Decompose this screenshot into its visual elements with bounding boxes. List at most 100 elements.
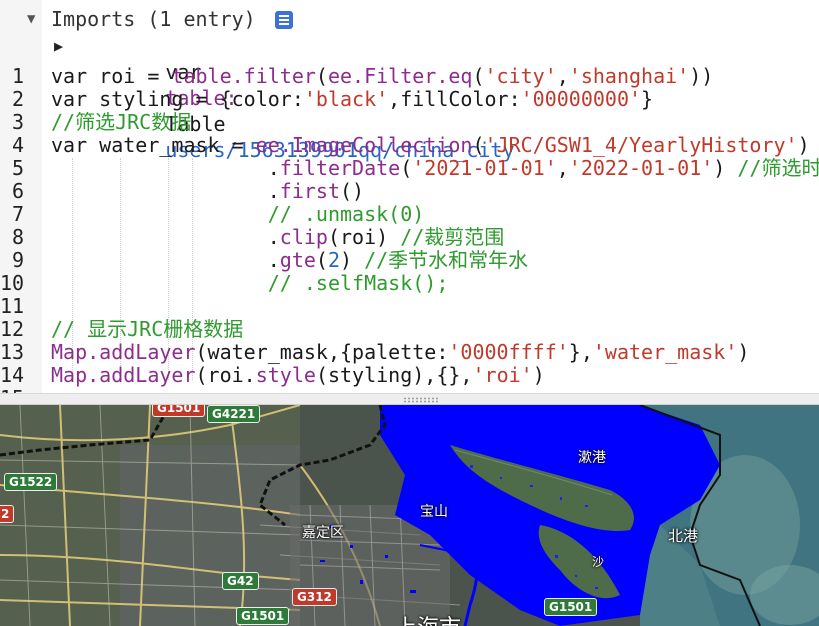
code-line[interactable]: 4 var water_mask = ee.ImageCollection('JR… [0, 134, 819, 157]
code-token: ee.ImageCollection [255, 133, 473, 157]
line-number: 13 [0, 340, 25, 364]
code-token: //筛选JRC数据 [51, 110, 192, 134]
code-token: 'water_mask' [592, 340, 738, 364]
map-label-beigang: 北港 [668, 527, 699, 545]
code-line[interactable]: 3 //筛选JRC数据 [0, 111, 819, 134]
code-line[interactable]: 5 .filterDate('2021-01-01','2022-01-01')… [0, 157, 819, 180]
code-token: var roi = [51, 64, 172, 88]
code-token: () [340, 179, 365, 203]
code-token: . [51, 248, 280, 272]
code-token: , [556, 156, 569, 180]
line-number: 14 [0, 363, 25, 387]
code-token: '00000000' [520, 87, 642, 111]
code-token: 2 [327, 248, 340, 272]
code-token: var water_mask = [51, 133, 256, 157]
code-token: ) [737, 340, 750, 364]
code-token: ) [713, 156, 738, 180]
code-line[interactable]: 10 // .selfMask(); [0, 272, 819, 295]
code-text: .clip(roi) //裁剪范围 [51, 225, 505, 249]
code-text: Map.addLayer(roi.style(styling),{},'roi'… [51, 364, 545, 387]
line-number: 3 [11, 110, 24, 134]
highway-shield-red: G1501 [152, 405, 206, 417]
map-label-haigang: 漱港 [578, 450, 606, 466]
code-text: .first() [51, 180, 364, 203]
map-label-jiading: 嘉定区 [302, 525, 344, 541]
code-text: // .selfMask(); [51, 271, 449, 295]
code-text: var styling = {color:'black',fillColor:'… [51, 88, 653, 111]
map-label-baoshan: 宝山 [420, 504, 448, 520]
code-line[interactable]: 11 [0, 295, 819, 318]
list-icon[interactable] [275, 11, 293, 29]
drag-grip-icon[interactable] [403, 397, 439, 403]
highway-shield-g1522: G1522 [4, 473, 58, 491]
code-token: , [556, 64, 569, 88]
code-token: . [51, 225, 280, 249]
line-number: 8 [11, 225, 24, 249]
highway-shield-g4221: G4221 [207, 405, 261, 423]
imports-label: Imports (1 entry) [51, 7, 256, 31]
code-line[interactable]: 9 .gte(2) //季节水和常年水 [0, 249, 819, 272]
map-view[interactable]: G1501 G4221 G1522 2 G42 G312 G1501 G1501… [0, 405, 819, 626]
code-token: // .selfMask(); [51, 271, 449, 295]
code-line[interactable]: 12 // 显示JRC栅格数据 [0, 318, 819, 341]
code-token: first [279, 179, 340, 203]
highway-shield-2: 2 [0, 505, 15, 523]
line-number: 9 [11, 248, 24, 272]
code-token: . [51, 179, 280, 203]
panel-resize-handle[interactable] [0, 393, 819, 405]
code-token: // 显示JRC栅格数据 [51, 317, 244, 341]
code-token: (roi) [327, 225, 401, 249]
code-token: filterDate [279, 156, 401, 180]
code-token: ) [797, 133, 810, 157]
code-line[interactable]: 13 Map.addLayer(water_mask,{palette:'0000… [0, 341, 819, 364]
code-token: style [255, 363, 316, 387]
code-token: 'JRC/GSW1_4/YearlyHistory' [484, 133, 798, 157]
code-token: . [51, 156, 280, 180]
map-canvas [0, 405, 819, 626]
code-text: .gte(2) //季节水和常年水 [51, 249, 528, 272]
code-token: ee.Filter.eq [327, 64, 473, 88]
highway-shield-g42: G42 [222, 572, 259, 590]
code-text: var roi = table.filter(ee.Filter.eq('cit… [51, 65, 713, 88]
code-text: //筛选JRC数据 [51, 111, 191, 134]
code-token: ) [340, 248, 365, 272]
code-line[interactable]: 8 .clip(roi) //裁剪范围 [0, 226, 819, 249]
code-token: 'roi' [472, 363, 533, 387]
code-token: // .unmask(0) [51, 202, 425, 226]
code-token: Map.addLayer [51, 340, 196, 364]
code-token: )) [689, 64, 714, 88]
line-number: 2 [11, 87, 24, 111]
triangle-right-icon[interactable]: ▶ [54, 33, 63, 59]
code-token: //季节水和常年水 [364, 248, 529, 272]
highway-shield-g1501-right: G1501 [544, 598, 598, 616]
code-editor[interactable]: ▼ Imports (1 entry) ▶ var table: Table u… [0, 0, 819, 393]
code-line[interactable]: 2 var styling = {color:'black',fillColor:… [0, 88, 819, 111]
code-token: '0000ffff' [448, 340, 569, 364]
import-entry[interactable]: ▶ var table: Table users/1563139901qq/ch… [0, 33, 819, 162]
code-line[interactable]: 1 var roi = table.filter(ee.Filter.eq('ci… [0, 65, 819, 88]
code-token: gte [279, 248, 316, 272]
imports-header[interactable]: ▼ Imports (1 entry) [0, 6, 819, 32]
code-token: '2022-01-01' [568, 156, 714, 180]
highway-shield-g1501-left: G1501 [236, 607, 290, 625]
code-text: // 显示JRC栅格数据 [51, 318, 243, 341]
imports-section: ▼ Imports (1 entry) ▶ var table: Table u… [0, 0, 819, 162]
highway-shield-g312: G312 [292, 588, 337, 606]
code-token: ( [315, 64, 328, 88]
code-line[interactable]: 7 // .unmask(0) [0, 203, 819, 226]
line-number: 6 [11, 179, 24, 203]
code-token: ( [472, 64, 485, 88]
line-number: 12 [0, 317, 25, 341]
code-token: '2021-01-01' [412, 156, 557, 180]
code-token: var styling = {color: [51, 87, 304, 111]
code-text: Map.addLayer(water_mask,{palette:'0000ff… [51, 341, 749, 364]
code-line[interactable]: 6 .first() [0, 180, 819, 203]
code-area[interactable]: 1 var roi = table.filter(ee.Filter.eq('ci… [0, 62, 819, 393]
code-line[interactable]: 14 Map.addLayer(roi.style(styling),{},'ro… [0, 364, 819, 387]
code-token: 'black' [303, 87, 389, 111]
chevron-down-icon[interactable]: ▼ [27, 6, 35, 32]
code-token: ( [400, 156, 413, 180]
map-label-liuhe: 沙 [592, 555, 605, 569]
code-text: // .unmask(0) [51, 202, 425, 226]
code-token: clip [279, 225, 328, 249]
